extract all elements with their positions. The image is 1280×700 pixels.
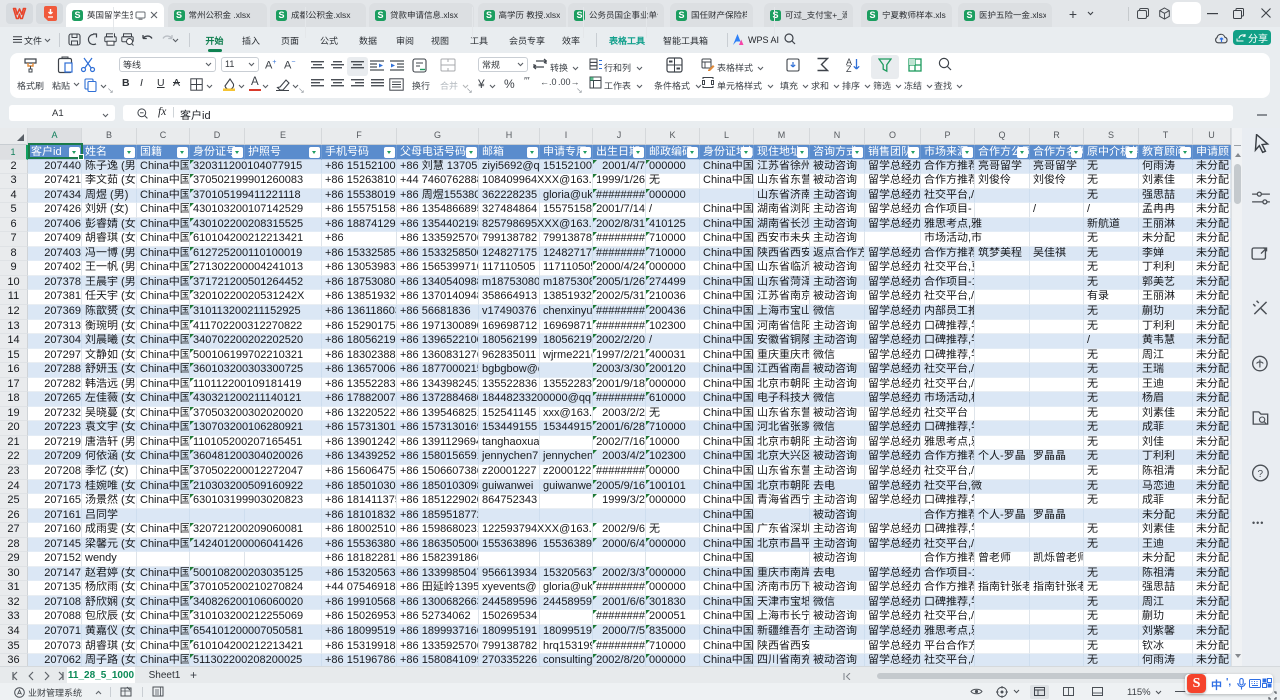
svg-text:?: ?: [1257, 468, 1263, 479]
svg-text:Z: Z: [846, 64, 852, 72]
